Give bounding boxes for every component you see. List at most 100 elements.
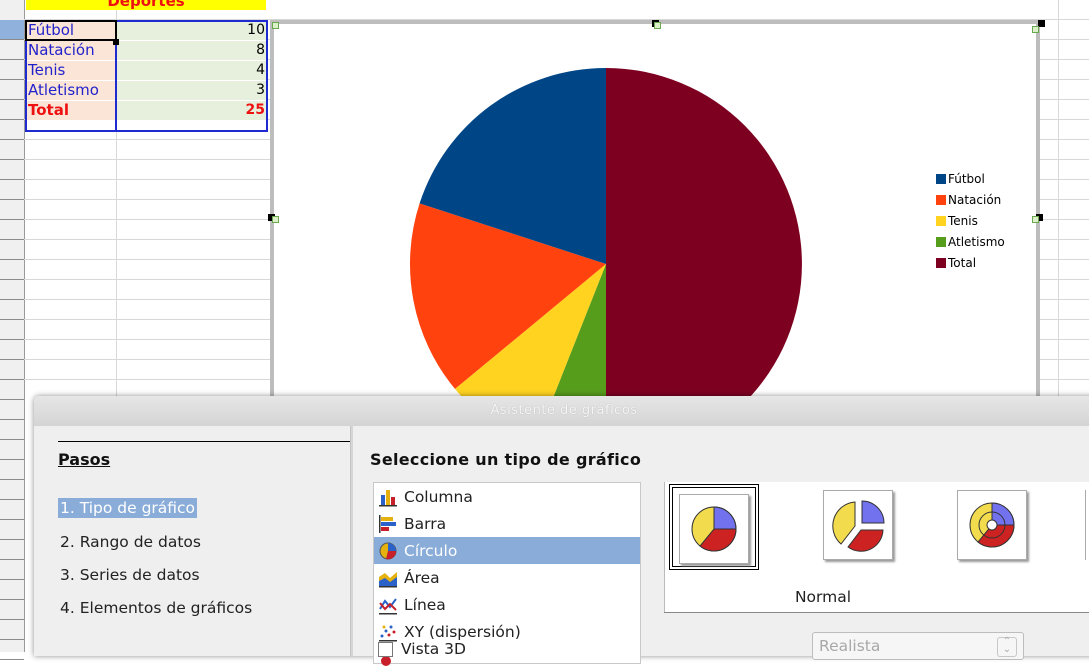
row-header[interactable] — [0, 340, 24, 360]
row-header[interactable] — [0, 580, 24, 600]
legend-item: Natación — [936, 189, 1005, 210]
pie-exploded-icon — [832, 500, 885, 552]
pie-slice-total[interactable] — [606, 68, 802, 400]
row-header[interactable] — [0, 500, 24, 520]
row-header[interactable] — [0, 80, 24, 100]
variant-exploded[interactable] — [817, 484, 907, 570]
legend-label: Atletismo — [948, 234, 1005, 249]
row-header[interactable] — [0, 240, 24, 260]
row-header[interactable] — [0, 480, 24, 500]
resize-handle[interactable] — [1038, 20, 1045, 27]
vista3d-label: Vista 3D — [401, 640, 466, 658]
legend-item: Atletismo — [936, 231, 1005, 252]
step-chart-type[interactable]: 1. Tipo de gráfico — [58, 498, 198, 518]
row-header[interactable] — [0, 460, 24, 480]
resize-handle[interactable] — [1032, 216, 1039, 223]
chart-wizard-dialog[interactable]: Asistente de gráficos Pasos 1. Tipo de g… — [34, 396, 1089, 666]
resize-handle[interactable] — [654, 22, 661, 29]
panel-divider — [350, 426, 353, 656]
dialog-title: Asistente de gráficos — [490, 403, 638, 418]
row-header[interactable] — [0, 640, 24, 660]
render-style-select[interactable]: Realista ⌃ ⌄ — [812, 632, 1024, 660]
select-chart-type-title: Seleccione un tipo de gráfico — [370, 450, 642, 469]
vista3d-option[interactable]: Vista 3D — [378, 640, 466, 658]
row-header[interactable] — [0, 140, 24, 160]
row-header[interactable] — [0, 60, 24, 80]
chart-type-label: Círculo — [404, 541, 458, 560]
resize-handle[interactable] — [272, 22, 279, 29]
chart-type-list[interactable]: Columna Barra Círculo Área Línea XY (dis… — [373, 482, 641, 666]
chart-type-pie[interactable]: Círculo — [374, 537, 640, 564]
bar-chart-icon — [379, 514, 396, 533]
row-header[interactable] — [0, 160, 24, 180]
row-header[interactable] — [0, 220, 24, 240]
row-header[interactable] — [0, 320, 24, 340]
row-header-selected[interactable] — [0, 20, 24, 40]
fill-handle[interactable] — [113, 39, 119, 45]
chart-legend: Fútbol Natación Tenis Atletismo Total — [936, 168, 1005, 273]
legend-label: Tenis — [948, 213, 978, 228]
row-header[interactable] — [0, 260, 24, 280]
variant-name: Normal — [794, 588, 852, 606]
chart-type-column[interactable]: Columna — [374, 483, 640, 510]
row-header[interactable] — [0, 400, 24, 420]
row-header[interactable] — [0, 360, 24, 380]
variant-thumb — [823, 490, 893, 560]
chart-type-line[interactable]: Línea — [374, 591, 640, 618]
variant-thumb — [679, 494, 749, 564]
resize-handle[interactable] — [1032, 26, 1039, 33]
variant-normal[interactable] — [669, 484, 759, 570]
row-header[interactable] — [0, 380, 24, 400]
chart-type-bar[interactable]: Barra — [374, 510, 640, 537]
steps-panel: Pasos 1. Tipo de gráfico 2. Rango de dat… — [58, 440, 350, 660]
row-header[interactable] — [0, 620, 24, 640]
chart-object[interactable] — [270, 20, 1040, 400]
legend-item: Total — [936, 252, 1005, 273]
row-header[interactable] — [0, 280, 24, 300]
legend-item: Tenis — [936, 210, 1005, 231]
steps-title: Pasos — [58, 450, 111, 469]
row-header[interactable] — [0, 300, 24, 320]
row-header[interactable] — [0, 180, 24, 200]
resize-handle[interactable] — [272, 216, 279, 223]
step-data-range[interactable]: 2. Rango de datos — [58, 532, 203, 552]
row-header[interactable] — [0, 420, 24, 440]
legend-swatch — [936, 194, 946, 205]
row-header[interactable] — [0, 100, 24, 120]
chart-type-label: XY (dispersión) — [404, 622, 521, 641]
chart-type-label: Área — [404, 568, 440, 587]
legend-label: Total — [948, 255, 977, 270]
header-cell[interactable]: Deportes — [26, 0, 266, 10]
column-chart-icon — [379, 489, 397, 506]
legend-swatch — [936, 257, 946, 268]
legend-label: Natación — [948, 192, 1002, 207]
legend-swatch — [936, 215, 946, 226]
chart-type-label: Barra — [404, 514, 447, 533]
dialog-titlebar[interactable]: Asistente de gráficos — [34, 396, 1089, 426]
line-chart-icon — [379, 597, 397, 614]
header-title: Deportes — [107, 0, 185, 10]
variant-donut[interactable] — [951, 484, 1041, 570]
vista3d-checkbox[interactable] — [378, 641, 393, 657]
row-header[interactable] — [0, 560, 24, 580]
row-header[interactable] — [0, 600, 24, 620]
variant-next-partial[interactable] — [1085, 490, 1089, 560]
pie-chart — [410, 68, 802, 400]
row-header[interactable] — [0, 200, 24, 220]
area-chart-icon — [379, 571, 397, 587]
row-headers[interactable] — [0, 0, 25, 660]
scatter-chart-icon — [379, 625, 397, 641]
legend-swatch — [936, 236, 946, 247]
row-header[interactable] — [0, 440, 24, 460]
row-header[interactable] — [0, 120, 24, 140]
row-header[interactable] — [0, 520, 24, 540]
step-chart-elements[interactable]: 4. Elementos de gráficos — [58, 598, 254, 618]
chart-type-area[interactable]: Área — [374, 564, 640, 591]
step-data-series[interactable]: 3. Series de datos — [58, 565, 202, 585]
spin-updown-icon[interactable]: ⌃ ⌄ — [997, 637, 1017, 657]
selection-range-values — [115, 20, 268, 132]
render-style-value: Realista — [819, 637, 881, 655]
steps-divider — [58, 441, 350, 442]
row-header[interactable] — [0, 40, 24, 60]
row-header[interactable] — [0, 540, 24, 560]
